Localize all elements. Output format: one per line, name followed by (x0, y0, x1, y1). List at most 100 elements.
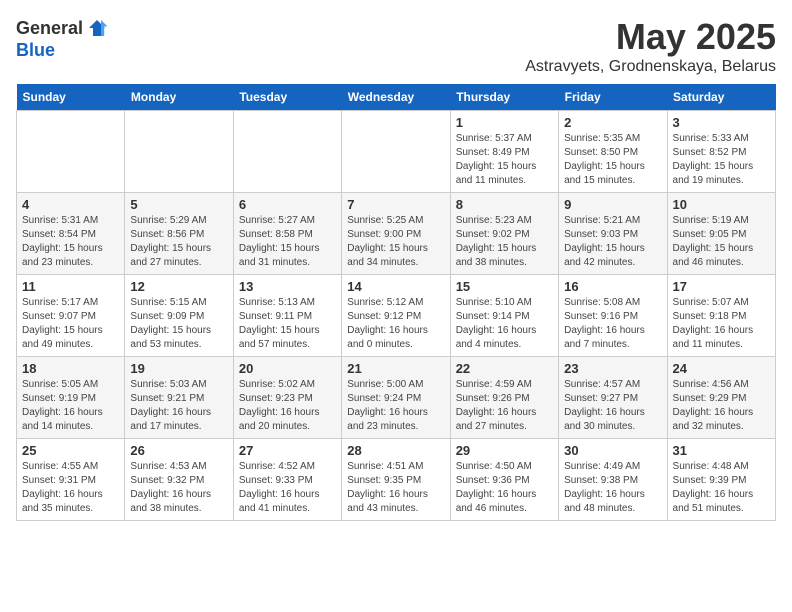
calendar-week-row: 4 Sunrise: 5:31 AM Sunset: 8:54 PM Daylig… (17, 193, 776, 275)
day-info: Sunrise: 5:33 AM Sunset: 8:52 PM Dayligh… (673, 132, 770, 188)
calendar-cell: 25Sunrise: 4:55 AM Sunset: 9:31 PM Dayli… (17, 439, 125, 521)
calendar-cell: 10 Sunrise: 5:19 AM Sunset: 9:05 PM Dayli… (667, 193, 775, 275)
day-number: 19 (130, 361, 227, 376)
day-info: Sunrise: 4:51 AM Sunset: 9:35 PM Dayligh… (347, 460, 444, 516)
calendar-cell: 12Sunrise: 5:15 AM Sunset: 9:09 PM Dayli… (125, 275, 233, 357)
day-number: 7 (347, 197, 444, 212)
calendar-cell (342, 111, 450, 193)
day-number: 10 (673, 197, 770, 212)
calendar-cell: 14 Sunrise: 5:12 AM Sunset: 9:12 PM Dayli… (342, 275, 450, 357)
calendar-cell: 11Sunrise: 5:17 AM Sunset: 9:07 PM Dayli… (17, 275, 125, 357)
day-info: Sunrise: 5:21 AM Sunset: 9:03 PM Dayligh… (564, 214, 661, 270)
month-title: May 2025 (525, 16, 776, 58)
calendar-week-row: 25Sunrise: 4:55 AM Sunset: 9:31 PM Dayli… (17, 439, 776, 521)
day-header-thursday: Thursday (450, 84, 558, 111)
day-header-monday: Monday (125, 84, 233, 111)
calendar-cell: 27 Sunrise: 4:52 AM Sunset: 9:33 PM Dayli… (233, 439, 341, 521)
calendar-cell: 2 Sunrise: 5:35 AM Sunset: 8:50 PM Daylig… (559, 111, 667, 193)
day-info: Sunrise: 5:25 AM Sunset: 9:00 PM Dayligh… (347, 214, 444, 270)
day-info: Sunrise: 5:12 AM Sunset: 9:12 PM Dayligh… (347, 296, 444, 352)
day-info: Sunrise: 5:05 AM Sunset: 9:19 PM Dayligh… (22, 378, 119, 434)
day-number: 30 (564, 443, 661, 458)
day-info: Sunrise: 5:17 AM Sunset: 9:07 PM Dayligh… (22, 296, 119, 352)
day-number: 24 (673, 361, 770, 376)
day-number: 23 (564, 361, 661, 376)
day-number: 16 (564, 279, 661, 294)
calendar-cell: 30 Sunrise: 4:49 AM Sunset: 9:38 PM Dayli… (559, 439, 667, 521)
calendar-cell: 15 Sunrise: 5:10 AM Sunset: 9:14 PM Dayli… (450, 275, 558, 357)
calendar-cell: 20Sunrise: 5:02 AM Sunset: 9:23 PM Dayli… (233, 357, 341, 439)
logo: General Blue (16, 16, 109, 61)
calendar-cell: 7 Sunrise: 5:25 AM Sunset: 9:00 PM Daylig… (342, 193, 450, 275)
calendar-cell (233, 111, 341, 193)
day-number: 29 (456, 443, 553, 458)
calendar-week-row: 11Sunrise: 5:17 AM Sunset: 9:07 PM Dayli… (17, 275, 776, 357)
calendar-cell: 13 Sunrise: 5:13 AM Sunset: 9:11 PM Dayli… (233, 275, 341, 357)
day-number: 9 (564, 197, 661, 212)
day-number: 14 (347, 279, 444, 294)
day-info: Sunrise: 4:53 AM Sunset: 9:32 PM Dayligh… (130, 460, 227, 516)
calendar-table: SundayMondayTuesdayWednesdayThursdayFrid… (16, 84, 776, 521)
day-header-saturday: Saturday (667, 84, 775, 111)
day-number: 4 (22, 197, 119, 212)
day-info: Sunrise: 4:55 AM Sunset: 9:31 PM Dayligh… (22, 460, 119, 516)
calendar-cell: 4 Sunrise: 5:31 AM Sunset: 8:54 PM Daylig… (17, 193, 125, 275)
calendar-cell: 31 Sunrise: 4:48 AM Sunset: 9:39 PM Dayli… (667, 439, 775, 521)
day-number: 21 (347, 361, 444, 376)
day-info: Sunrise: 5:31 AM Sunset: 8:54 PM Dayligh… (22, 214, 119, 270)
location-subtitle: Astravyets, Grodnenskaya, Belarus (525, 58, 776, 76)
day-header-sunday: Sunday (17, 84, 125, 111)
day-number: 31 (673, 443, 770, 458)
calendar-cell: 1 Sunrise: 5:37 AM Sunset: 8:49 PM Daylig… (450, 111, 558, 193)
day-number: 5 (130, 197, 227, 212)
day-number: 18 (22, 361, 119, 376)
logo-general-text: General (16, 18, 83, 39)
day-header-wednesday: Wednesday (342, 84, 450, 111)
day-info: Sunrise: 5:29 AM Sunset: 8:56 PM Dayligh… (130, 214, 227, 270)
day-number: 20 (239, 361, 336, 376)
day-info: Sunrise: 5:37 AM Sunset: 8:49 PM Dayligh… (456, 132, 553, 188)
day-info: Sunrise: 5:10 AM Sunset: 9:14 PM Dayligh… (456, 296, 553, 352)
day-info: Sunrise: 4:57 AM Sunset: 9:27 PM Dayligh… (564, 378, 661, 434)
calendar-cell (17, 111, 125, 193)
day-info: Sunrise: 5:13 AM Sunset: 9:11 PM Dayligh… (239, 296, 336, 352)
day-number: 6 (239, 197, 336, 212)
day-info: Sunrise: 4:52 AM Sunset: 9:33 PM Dayligh… (239, 460, 336, 516)
calendar-cell: 23 Sunrise: 4:57 AM Sunset: 9:27 PM Dayli… (559, 357, 667, 439)
day-number: 1 (456, 115, 553, 130)
calendar-cell: 19Sunrise: 5:03 AM Sunset: 9:21 PM Dayli… (125, 357, 233, 439)
day-info: Sunrise: 5:19 AM Sunset: 9:05 PM Dayligh… (673, 214, 770, 270)
day-number: 15 (456, 279, 553, 294)
calendar-week-row: 18 Sunrise: 5:05 AM Sunset: 9:19 PM Dayli… (17, 357, 776, 439)
day-number: 22 (456, 361, 553, 376)
calendar-cell: 29 Sunrise: 4:50 AM Sunset: 9:36 PM Dayli… (450, 439, 558, 521)
day-number: 27 (239, 443, 336, 458)
logo-icon (85, 16, 109, 40)
calendar-cell: 28Sunrise: 4:51 AM Sunset: 9:35 PM Dayli… (342, 439, 450, 521)
calendar-cell: 22Sunrise: 4:59 AM Sunset: 9:26 PM Dayli… (450, 357, 558, 439)
day-info: Sunrise: 5:27 AM Sunset: 8:58 PM Dayligh… (239, 214, 336, 270)
calendar-cell: 18 Sunrise: 5:05 AM Sunset: 9:19 PM Dayli… (17, 357, 125, 439)
calendar-cell: 17Sunrise: 5:07 AM Sunset: 9:18 PM Dayli… (667, 275, 775, 357)
calendar-cell: 24 Sunrise: 4:56 AM Sunset: 9:29 PM Dayli… (667, 357, 775, 439)
title-section: May 2025 Astravyets, Grodnenskaya, Belar… (525, 16, 776, 76)
day-info: Sunrise: 5:35 AM Sunset: 8:50 PM Dayligh… (564, 132, 661, 188)
calendar-cell: 3 Sunrise: 5:33 AM Sunset: 8:52 PM Daylig… (667, 111, 775, 193)
day-info: Sunrise: 4:49 AM Sunset: 9:38 PM Dayligh… (564, 460, 661, 516)
calendar-week-row: 1 Sunrise: 5:37 AM Sunset: 8:49 PM Daylig… (17, 111, 776, 193)
day-info: Sunrise: 4:56 AM Sunset: 9:29 PM Dayligh… (673, 378, 770, 434)
calendar-cell: 8Sunrise: 5:23 AM Sunset: 9:02 PM Daylig… (450, 193, 558, 275)
calendar-cell: 26Sunrise: 4:53 AM Sunset: 9:32 PM Dayli… (125, 439, 233, 521)
day-info: Sunrise: 4:50 AM Sunset: 9:36 PM Dayligh… (456, 460, 553, 516)
calendar-header-row: SundayMondayTuesdayWednesdayThursdayFrid… (17, 84, 776, 111)
day-number: 17 (673, 279, 770, 294)
day-info: Sunrise: 5:15 AM Sunset: 9:09 PM Dayligh… (130, 296, 227, 352)
day-info: Sunrise: 5:23 AM Sunset: 9:02 PM Dayligh… (456, 214, 553, 270)
day-number: 3 (673, 115, 770, 130)
day-number: 13 (239, 279, 336, 294)
logo-blue-text: Blue (16, 40, 55, 61)
day-info: Sunrise: 4:48 AM Sunset: 9:39 PM Dayligh… (673, 460, 770, 516)
day-info: Sunrise: 5:00 AM Sunset: 9:24 PM Dayligh… (347, 378, 444, 434)
day-number: 2 (564, 115, 661, 130)
day-info: Sunrise: 5:08 AM Sunset: 9:16 PM Dayligh… (564, 296, 661, 352)
